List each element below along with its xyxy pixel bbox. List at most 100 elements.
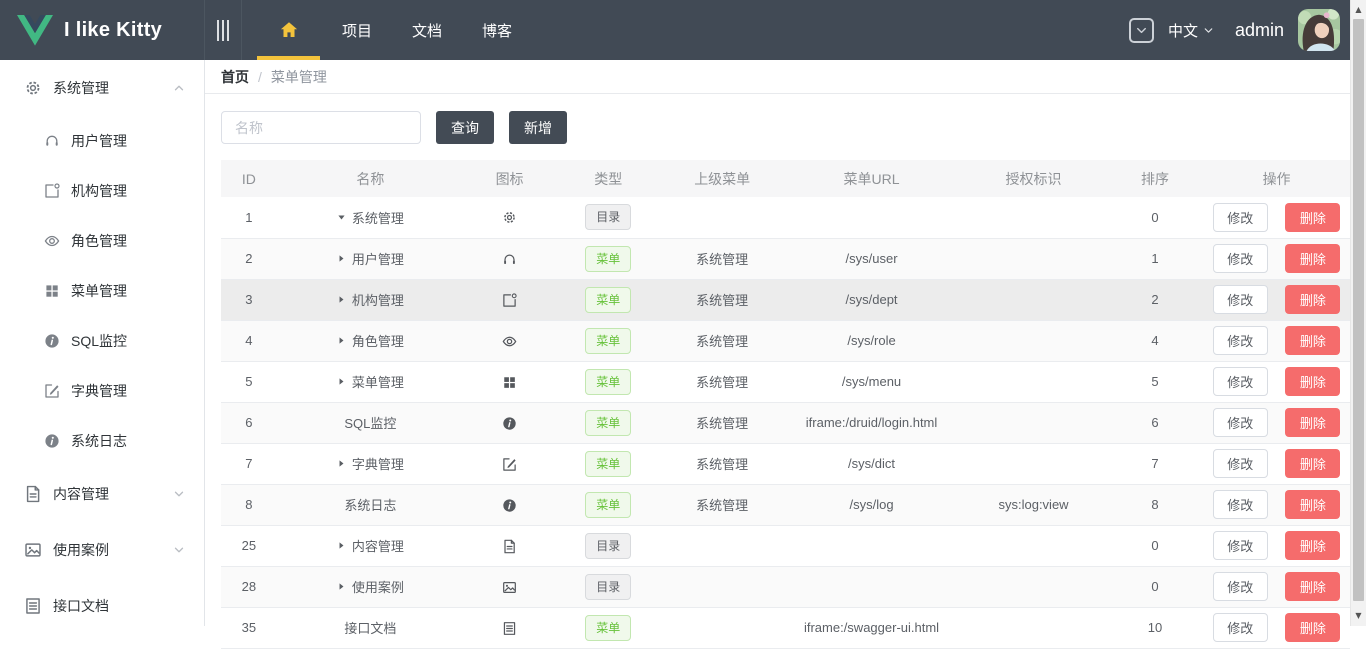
breadcrumb-home[interactable]: 首页 — [221, 67, 249, 87]
table-row[interactable]: 4 角色管理 菜单 系统管理 /sys/role 4 修改 删除 — [221, 320, 1350, 361]
image-icon — [24, 541, 42, 559]
type-badge: 目录 — [585, 574, 631, 600]
cell-actions: 修改 删除 — [1203, 279, 1350, 320]
sidebar-item-api[interactable]: 接口文档 — [0, 578, 204, 626]
sidebar-item-system[interactable]: 系统管理 — [0, 60, 204, 116]
nav-item-home[interactable] — [255, 0, 322, 60]
doc-icon — [502, 539, 517, 554]
delete-button[interactable]: 删除 — [1285, 285, 1340, 314]
cell-actions: 修改 删除 — [1203, 402, 1350, 443]
username-dropdown[interactable]: admin — [1235, 20, 1284, 41]
avatar[interactable] — [1298, 9, 1340, 51]
table-row[interactable]: 6 SQL监控 菜单 系统管理 iframe:/druid/login.html… — [221, 402, 1350, 443]
table-row[interactable]: 1 系统管理 目录 0 修改 删除 — [221, 197, 1350, 238]
delete-button[interactable]: 删除 — [1285, 367, 1340, 396]
modify-button[interactable]: 修改 — [1213, 531, 1268, 560]
tree-expand-arrow[interactable] — [337, 541, 346, 550]
delete-button[interactable]: 删除 — [1285, 244, 1340, 273]
cell-icon — [464, 443, 555, 484]
column-header: 菜单URL — [783, 160, 960, 197]
chevron-down-icon — [1202, 24, 1215, 37]
nav-item-docs[interactable]: 文档 — [392, 0, 462, 60]
tree-expand-arrow[interactable] — [337, 459, 346, 468]
modify-button[interactable]: 修改 — [1213, 203, 1268, 232]
modify-button[interactable]: 修改 — [1213, 572, 1268, 601]
page-scrollbar[interactable]: ▲ ▼ — [1350, 0, 1366, 626]
add-button[interactable]: 新增 — [509, 111, 567, 144]
nav-item-project[interactable]: 项目 — [322, 0, 392, 60]
table-row[interactable]: 5 菜单管理 菜单 系统管理 /sys/menu 5 修改 删除 — [221, 361, 1350, 402]
query-button[interactable]: 查询 — [436, 111, 494, 144]
sidebar-subitem-dept[interactable]: 机构管理 — [0, 166, 204, 216]
sidebar-subitem-menu[interactable]: 菜单管理 — [0, 266, 204, 316]
search-input[interactable] — [221, 111, 421, 144]
sidebar-subitem-user[interactable]: 用户管理 — [0, 116, 204, 166]
table-row[interactable]: 25 内容管理 目录 0 修改 删除 — [221, 525, 1350, 566]
tree-expand-arrow[interactable] — [337, 377, 346, 386]
cell-type: 菜单 — [555, 607, 661, 648]
cell-order: 2 — [1107, 279, 1203, 320]
modify-button[interactable]: 修改 — [1213, 285, 1268, 314]
delete-button[interactable]: 删除 — [1285, 326, 1340, 355]
cell-type: 菜单 — [555, 238, 661, 279]
scrollbar-down-arrow[interactable]: ▼ — [1351, 607, 1366, 623]
cell-name: 机构管理 — [277, 279, 464, 320]
delete-button[interactable]: 删除 — [1285, 449, 1340, 478]
tree-expand-arrow[interactable] — [337, 254, 346, 263]
cell-url: /sys/dict — [783, 443, 960, 484]
app-logo[interactable]: I like Kitty — [0, 0, 205, 60]
delete-button[interactable]: 删除 — [1285, 408, 1340, 437]
sidebar-subitem-sql[interactable]: SQL监控 — [0, 316, 204, 366]
delete-button[interactable]: 删除 — [1285, 613, 1340, 642]
tree-expand-arrow[interactable] — [337, 336, 346, 345]
table-row[interactable]: 2 用户管理 菜单 系统管理 /sys/user 1 修改 删除 — [221, 238, 1350, 279]
sidebar-subitem-role[interactable]: 角色管理 — [0, 216, 204, 266]
tree-expand-arrow[interactable] — [337, 295, 346, 304]
cell-perms — [960, 443, 1107, 484]
scrollbar-up-arrow[interactable]: ▲ — [1351, 1, 1366, 17]
table-row[interactable]: 8 系统日志 菜单 系统管理 /sys/log sys:log:view 8 修… — [221, 484, 1350, 525]
modify-button[interactable]: 修改 — [1213, 244, 1268, 273]
modify-button[interactable]: 修改 — [1213, 408, 1268, 437]
sidebar-subitem-log[interactable]: 系统日志 — [0, 416, 204, 466]
scrollbar-thumb[interactable] — [1353, 19, 1364, 601]
sidebar-subitem-dict[interactable]: 字典管理 — [0, 366, 204, 416]
content-area: 首页 / 菜单管理 查询 新增 ID名称图标类型上级菜单菜单URL授权标识排序操… — [205, 60, 1366, 626]
delete-button[interactable]: 删除 — [1285, 203, 1340, 232]
sidebar-item-label: 接口文档 — [53, 596, 109, 616]
modify-button[interactable]: 修改 — [1213, 613, 1268, 642]
tree-collapse-arrow[interactable] — [337, 213, 346, 222]
language-dropdown[interactable]: 中文 — [1168, 20, 1215, 41]
table-row[interactable]: 3 机构管理 菜单 系统管理 /sys/dept 2 修改 删除 — [221, 279, 1350, 320]
tree-expand-arrow[interactable] — [337, 582, 346, 591]
edit-icon — [44, 383, 60, 399]
sidebar-item-content[interactable]: 内容管理 — [0, 466, 204, 522]
type-badge: 菜单 — [585, 287, 631, 313]
cell-actions: 修改 删除 — [1203, 484, 1350, 525]
info-icon — [502, 416, 517, 431]
modify-button[interactable]: 修改 — [1213, 490, 1268, 519]
table-row[interactable]: 28 使用案例 目录 0 修改 删除 — [221, 566, 1350, 607]
cell-actions: 修改 删除 — [1203, 197, 1350, 238]
modify-button[interactable]: 修改 — [1213, 449, 1268, 478]
table-row[interactable]: 7 字典管理 菜单 系统管理 /sys/dict 7 修改 删除 — [221, 443, 1350, 484]
modify-button[interactable]: 修改 — [1213, 367, 1268, 396]
info-icon — [44, 333, 60, 349]
delete-button[interactable]: 删除 — [1285, 572, 1340, 601]
chevron-down-icon — [172, 487, 186, 501]
modify-button[interactable]: 修改 — [1213, 326, 1268, 355]
cell-id: 3 — [221, 279, 277, 320]
type-badge: 菜单 — [585, 492, 631, 518]
sidebar-collapse-button[interactable] — [205, 0, 242, 60]
triangle-right-icon — [337, 336, 346, 345]
sidebar-item-case[interactable]: 使用案例 — [0, 522, 204, 578]
nav-item-blog[interactable]: 博客 — [462, 0, 532, 60]
cell-icon — [464, 484, 555, 525]
type-badge: 菜单 — [585, 328, 631, 354]
column-header: 图标 — [464, 160, 555, 197]
delete-button[interactable]: 删除 — [1285, 531, 1340, 560]
language-label: 中文 — [1168, 20, 1198, 41]
theme-switch-button[interactable] — [1129, 18, 1154, 43]
table-row[interactable]: 35 接口文档 菜单 iframe:/swagger-ui.html 10 修改… — [221, 607, 1350, 648]
delete-button[interactable]: 删除 — [1285, 490, 1340, 519]
